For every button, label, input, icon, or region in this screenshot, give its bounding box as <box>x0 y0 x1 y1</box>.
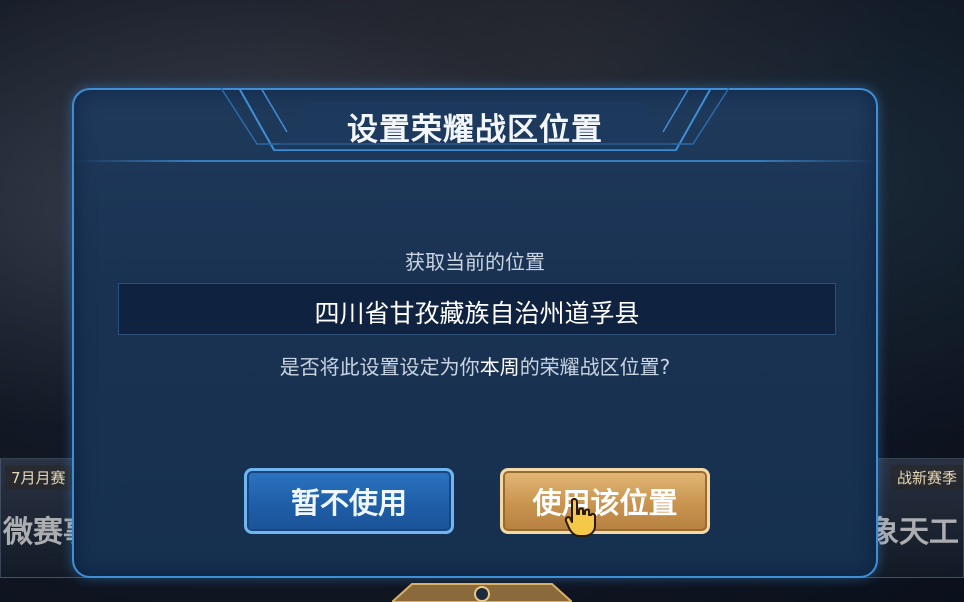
zone-location-dialog: 设置荣耀战区位置 获取当前的位置 四川省甘孜藏族自治州道孚县 是否将此设置设定为… <box>72 88 878 578</box>
bottom-ornament <box>392 583 572 602</box>
current-location-label: 获取当前的位置 <box>405 250 545 274</box>
dialog-title: 设置荣耀战区位置 <box>347 112 603 148</box>
pointer-hand-icon <box>564 498 596 537</box>
not-now-button[interactable]: 暂不使用 <box>244 468 454 534</box>
question-suffix: 的荣耀战区位置? <box>519 355 671 379</box>
use-location-button-label: 使用该位置 <box>532 486 678 520</box>
location-display: 四川省甘孜藏族自治州道孚县 <box>118 283 836 335</box>
left-event-tag: 7月月赛 <box>5 465 72 490</box>
right-event-title: 象天工 <box>869 515 959 550</box>
title-divider <box>74 160 876 162</box>
question-prefix: 是否将此设置设定为你 <box>279 355 480 379</box>
use-location-button[interactable]: 使用该位置 <box>500 468 710 534</box>
question-emphasis: 本周 <box>479 355 520 379</box>
location-value: 四川省甘孜藏族自治州道孚县 <box>314 299 640 328</box>
confirm-question: 是否将此设置设定为你本周的荣耀战区位置? <box>74 351 876 380</box>
right-event-tag: 战新赛季 <box>890 465 963 490</box>
not-now-button-label: 暂不使用 <box>290 486 407 520</box>
title-plate: 设置荣耀战区位置 <box>199 88 751 160</box>
